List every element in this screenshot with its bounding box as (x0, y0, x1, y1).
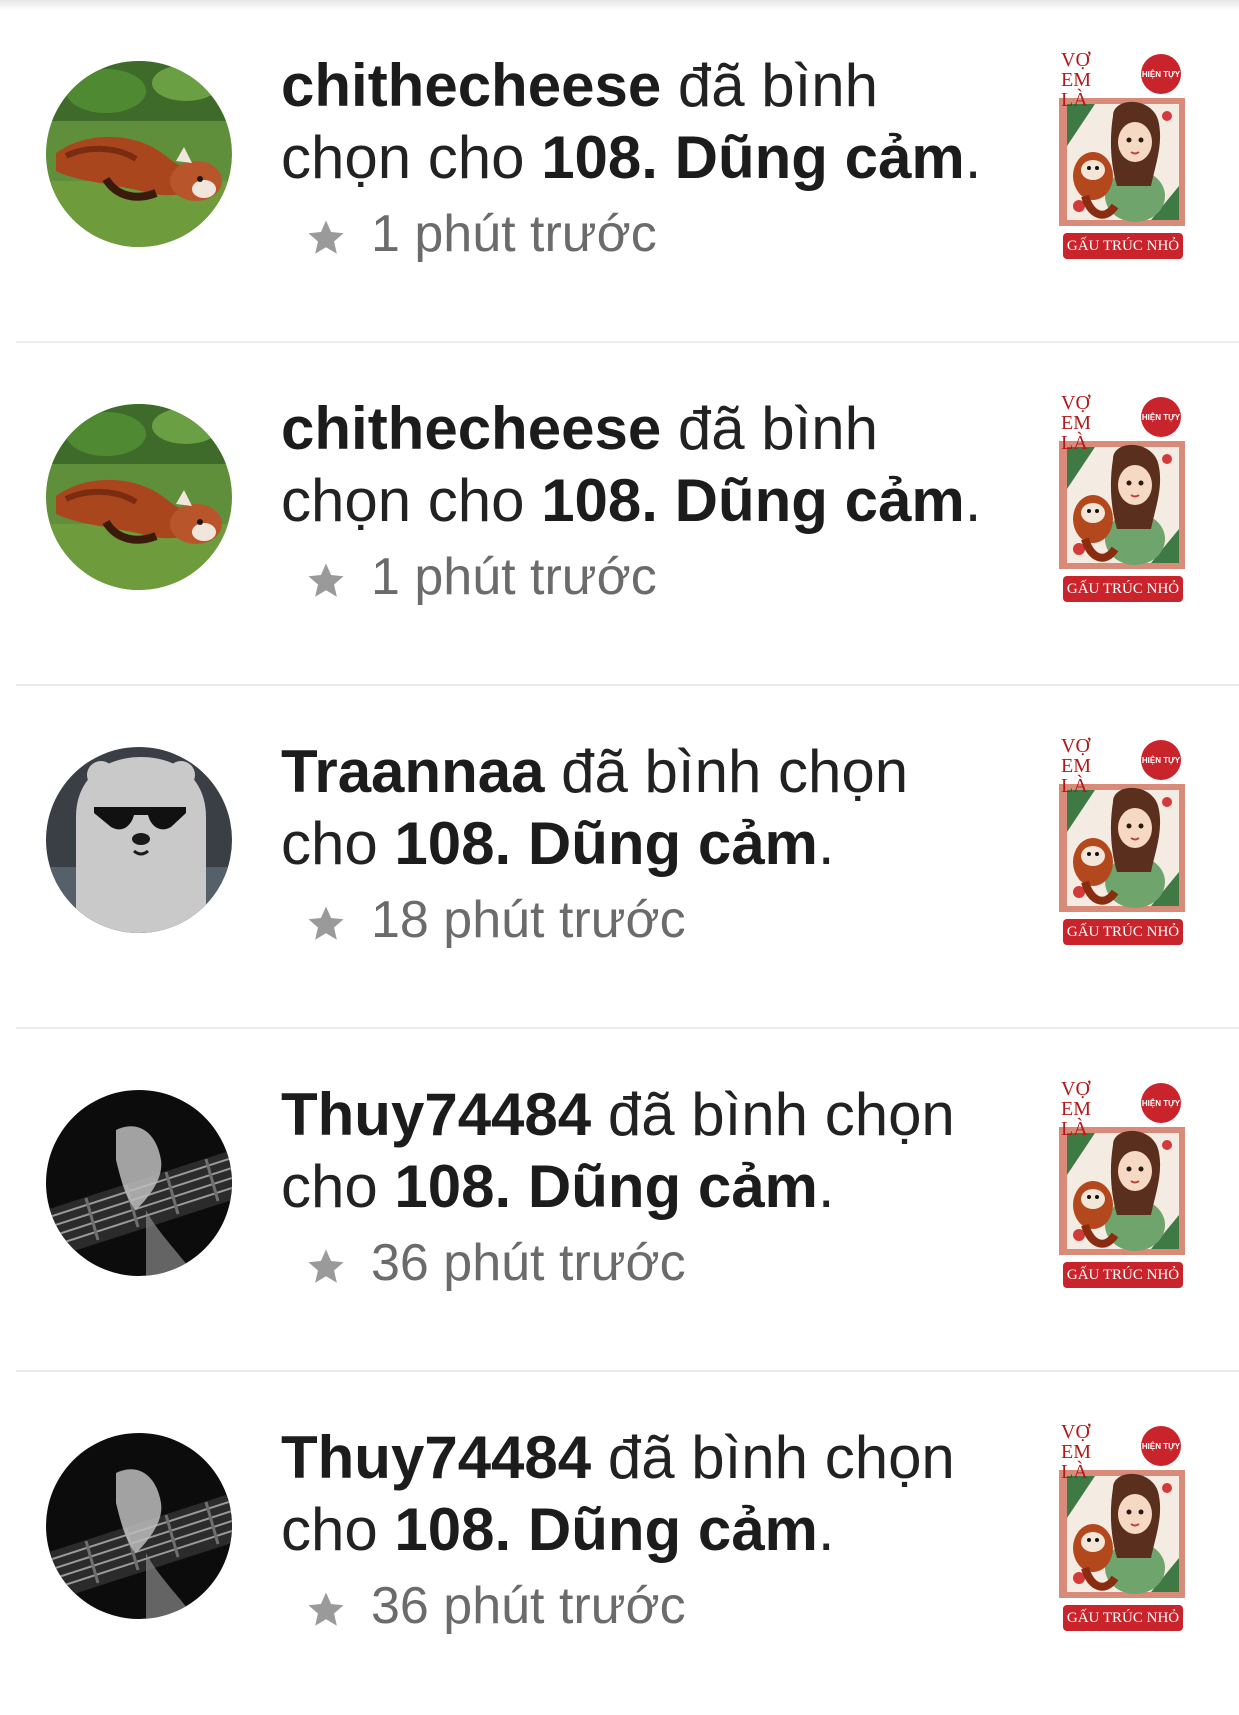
chapter-link[interactable]: 108. Dũng cảm (394, 810, 818, 877)
user-avatar[interactable] (46, 1090, 232, 1276)
chapter-link[interactable]: 108. Dũng cảm (394, 1153, 818, 1220)
guitar-avatar-icon (46, 1090, 232, 1276)
notification-text: chithecheese đã bình chọn cho 108. Dũng … (281, 50, 1001, 266)
list-item[interactable]: chithecheese đã bình chọn cho 108. Dũng … (0, 0, 1239, 343)
cover-title: VỢ EM LÀ (1061, 393, 1121, 453)
period: . (817, 1153, 835, 1220)
cover-title-line1: VỢ (1061, 49, 1090, 71)
list-item[interactable]: chithecheese đã bình chọn cho 108. Dũng … (0, 343, 1239, 686)
cover-title: VỢ EM LÀ (1061, 1422, 1121, 1482)
cover-badge: HIỆN TỰY (1141, 740, 1181, 780)
star-icon (308, 1249, 344, 1283)
cover-title-line1: VỢ (1061, 392, 1090, 414)
timestamp: 1 phút trước (371, 548, 657, 606)
period: . (964, 467, 982, 534)
cover-badge: HIỆN TỰY (1141, 397, 1181, 437)
red-panda-avatar-icon (46, 404, 232, 590)
user-avatar[interactable] (46, 747, 232, 933)
notification-sentence: chithecheese đã bình chọn cho 108. Dũng … (281, 50, 1001, 194)
notification-sentence: Thuy74484 đã bình chọn cho 108. Dũng cảm… (281, 1079, 1001, 1223)
notification-sentence: chithecheese đã bình chọn cho 108. Dũng … (281, 393, 1001, 537)
username-link[interactable]: Thuy74484 (281, 1081, 591, 1148)
notification-text: Traannaa đã bình chọn cho 108. Dũng cảm.… (281, 736, 1001, 952)
timestamp: 1 phút trước (371, 205, 657, 263)
username-link[interactable]: chithecheese (281, 52, 661, 119)
timestamp: 18 phút trước (371, 891, 686, 949)
notification-text: chithecheese đã bình chọn cho 108. Dũng … (281, 393, 1001, 609)
cover-title-line2: EM LÀ (1061, 755, 1091, 797)
notification-sentence: Traannaa đã bình chọn cho 108. Dũng cảm. (281, 736, 1001, 880)
timestamp: 36 phút trước (371, 1234, 686, 1292)
cover-title: VỢ EM LÀ (1061, 736, 1121, 796)
notification-meta: 36 phút trước (305, 1574, 1001, 1638)
chapter-link[interactable]: 108. Dũng cảm (541, 467, 965, 534)
story-cover-thumbnail[interactable]: VỢ EM LÀ HIỆN TỰY GẤU TRÚC NHỎ (1055, 1075, 1191, 1293)
timestamp: 36 phút trước (371, 1577, 686, 1635)
cover-title-line1: VỢ (1061, 1421, 1090, 1443)
chapter-link[interactable]: 108. Dũng cảm (541, 124, 965, 191)
cover-title-line1: VỢ (1061, 735, 1090, 757)
cover-author: GẤU TRÚC NHỎ (1063, 233, 1183, 259)
cover-badge: HIỆN TỰY (1141, 1083, 1181, 1123)
cover-title-line2: EM LÀ (1061, 69, 1091, 111)
notification-meta: 1 phút trước (305, 545, 1001, 609)
cover-author: GẤU TRÚC NHỎ (1063, 1262, 1183, 1288)
cover-author: GẤU TRÚC NHỎ (1063, 576, 1183, 602)
notification-meta: 1 phút trước (305, 202, 1001, 266)
vote-notification-list: chithecheese đã bình chọn cho 108. Dũng … (0, 0, 1239, 1715)
list-item[interactable]: Thuy74484 đã bình chọn cho 108. Dũng cảm… (0, 1029, 1239, 1372)
user-avatar[interactable] (46, 61, 232, 247)
cool-bear-avatar-icon (46, 747, 232, 933)
cover-author: GẤU TRÚC NHỎ (1063, 919, 1183, 945)
cover-badge: HIỆN TỰY (1141, 54, 1181, 94)
star-icon (308, 220, 344, 254)
notification-sentence: Thuy74484 đã bình chọn cho 108. Dũng cảm… (281, 1422, 1001, 1566)
period: . (964, 124, 982, 191)
cover-badge: HIỆN TỰY (1141, 1426, 1181, 1466)
notification-meta: 18 phút trước (305, 888, 1001, 952)
user-avatar[interactable] (46, 404, 232, 590)
username-link[interactable]: chithecheese (281, 395, 661, 462)
username-link[interactable]: Traannaa (281, 738, 544, 805)
notification-text: Thuy74484 đã bình chọn cho 108. Dũng cảm… (281, 1079, 1001, 1295)
notification-text: Thuy74484 đã bình chọn cho 108. Dũng cảm… (281, 1422, 1001, 1638)
cover-title-line2: EM LÀ (1061, 412, 1091, 454)
cover-title-line2: EM LÀ (1061, 1098, 1091, 1140)
cover-title-line1: VỢ (1061, 1078, 1090, 1100)
cover-title: VỢ EM LÀ (1061, 1079, 1121, 1139)
list-item[interactable]: Thuy74484 đã bình chọn cho 108. Dũng cảm… (0, 1372, 1239, 1715)
star-icon (308, 906, 344, 940)
chapter-link[interactable]: 108. Dũng cảm (394, 1496, 818, 1563)
notification-meta: 36 phút trước (305, 1231, 1001, 1295)
star-icon (308, 563, 344, 597)
star-icon (308, 1592, 344, 1626)
period: . (817, 1496, 835, 1563)
cover-title-line2: EM LÀ (1061, 1441, 1091, 1483)
period: . (817, 810, 835, 877)
story-cover-thumbnail[interactable]: VỢ EM LÀ HIỆN TỰY GẤU TRÚC NHỎ (1055, 46, 1191, 264)
red-panda-avatar-icon (46, 61, 232, 247)
list-item[interactable]: Traannaa đã bình chọn cho 108. Dũng cảm.… (0, 686, 1239, 1029)
user-avatar[interactable] (46, 1433, 232, 1619)
cover-author: GẤU TRÚC NHỎ (1063, 1605, 1183, 1631)
story-cover-thumbnail[interactable]: VỢ EM LÀ HIỆN TỰY GẤU TRÚC NHỎ (1055, 1418, 1191, 1636)
username-link[interactable]: Thuy74484 (281, 1424, 591, 1491)
story-cover-thumbnail[interactable]: VỢ EM LÀ HIỆN TỰY GẤU TRÚC NHỎ (1055, 732, 1191, 950)
guitar-avatar-icon (46, 1433, 232, 1619)
story-cover-thumbnail[interactable]: VỢ EM LÀ HIỆN TỰY GẤU TRÚC NHỎ (1055, 389, 1191, 607)
cover-title: VỢ EM LÀ (1061, 50, 1121, 110)
